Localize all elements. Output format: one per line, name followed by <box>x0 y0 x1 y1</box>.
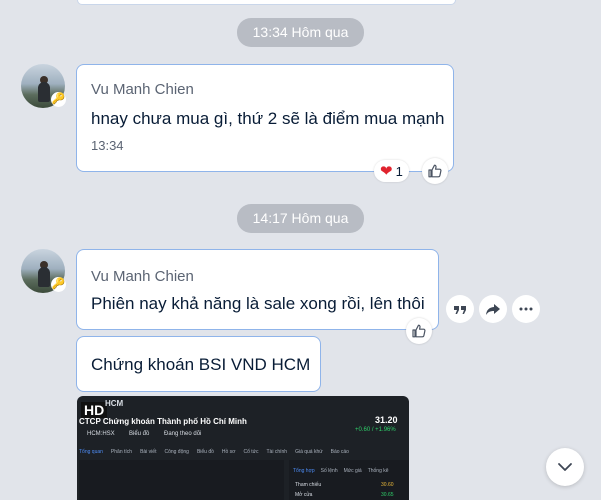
tab: Cổ tức <box>243 449 259 455</box>
key-icon: 🔑 <box>51 277 66 292</box>
tab: Tổng quan <box>79 449 103 455</box>
tab: Phân tích <box>110 449 133 455</box>
tabs-row: Tổng quan Phân tích Bài viết Công động B… <box>79 449 349 455</box>
chevron-down-icon <box>558 463 572 471</box>
chart-panel <box>79 460 284 500</box>
open-label: Mở cửa <box>295 492 313 498</box>
message-text: hnay chưa mua gì, thứ 2 sẽ là điểm mua m… <box>91 109 445 128</box>
price-change: +0.60 / +1.96% <box>355 427 396 433</box>
tab: Tài chính <box>266 449 288 455</box>
heart-icon: ❤ <box>380 163 393 180</box>
like-button[interactable] <box>406 318 432 344</box>
message-timestamp: 13:34 <box>91 138 124 153</box>
thumbs-up-icon <box>412 324 426 338</box>
exchange: HCM:HSX <box>87 431 115 437</box>
share-button[interactable] <box>479 295 507 323</box>
reaction-summary[interactable]: ❤ 1 <box>374 160 409 182</box>
avatar[interactable]: 🔑 <box>21 64 66 108</box>
follow-label: Đang theo dõi <box>164 431 202 437</box>
previous-message-edge <box>77 0 456 5</box>
side-tabs: Tổng hợp Số lệnh Mức giá Thống kê <box>293 468 389 474</box>
open-value: 30.65 <box>381 492 394 498</box>
message-bubble[interactable]: Chứng khoán BSI VND HCM <box>76 336 321 392</box>
thumbs-up-icon <box>428 164 442 178</box>
more-icon <box>519 307 533 311</box>
sender-name: Vu Manh Chien <box>91 81 194 98</box>
time-divider: 14:17 Hôm qua <box>0 204 601 233</box>
key-icon: 🔑 <box>51 92 66 107</box>
company-name: CTCP Chứng khoán Thành phố Hồ Chí Minh <box>79 417 247 426</box>
price: 31.20 <box>375 415 398 425</box>
like-button[interactable] <box>422 158 448 184</box>
sender-name: Vu Manh Chien <box>91 268 194 285</box>
time-divider-label: 14:17 Hôm qua <box>236 204 365 233</box>
message-text: Phiên nay khả năng là sale xong rồi, lên… <box>91 294 425 313</box>
ref-value: 30.60 <box>381 482 394 488</box>
time-divider-label: 13:34 Hôm qua <box>236 18 365 47</box>
avatar[interactable]: 🔑 <box>21 249 66 293</box>
message-bubble[interactable]: Vu Manh Chien Phiên nay khả năng là sale… <box>76 249 439 330</box>
hd-badge: HD <box>81 402 108 418</box>
tab: Báo cáo <box>330 449 349 455</box>
quote-icon <box>454 306 466 314</box>
tab: Hồ sơ <box>221 449 236 455</box>
tab: Công động <box>164 449 189 455</box>
chart-link: Biểu đồ <box>129 431 150 437</box>
message-bubble[interactable]: Vu Manh Chien hnay chưa mua gì, thứ 2 sẽ… <box>76 64 454 172</box>
ticker: HCM <box>105 399 124 408</box>
tab: Biểu đồ <box>196 449 214 455</box>
reaction-count: 1 <box>395 163 403 179</box>
scroll-to-bottom-button[interactable] <box>546 448 584 486</box>
more-button[interactable] <box>512 295 540 323</box>
side-tab: Thống kê <box>367 468 389 474</box>
quote-button[interactable] <box>446 295 474 323</box>
ref-label: Tham chiếu <box>295 482 322 488</box>
side-tab: Mức giá <box>343 468 362 474</box>
tab: Giá quá khứ <box>295 449 323 455</box>
image-attachment[interactable]: HD HCM CTCP Chứng khoán Thành phố Hồ Chí… <box>77 396 409 500</box>
tab: Bài viết <box>140 449 157 455</box>
side-tab: Tổng hợp <box>293 468 315 474</box>
time-divider: 13:34 Hôm qua <box>0 18 601 47</box>
share-icon <box>486 304 500 315</box>
message-text: Chứng khoán BSI VND HCM <box>91 355 311 374</box>
side-tab: Số lệnh <box>320 468 338 474</box>
